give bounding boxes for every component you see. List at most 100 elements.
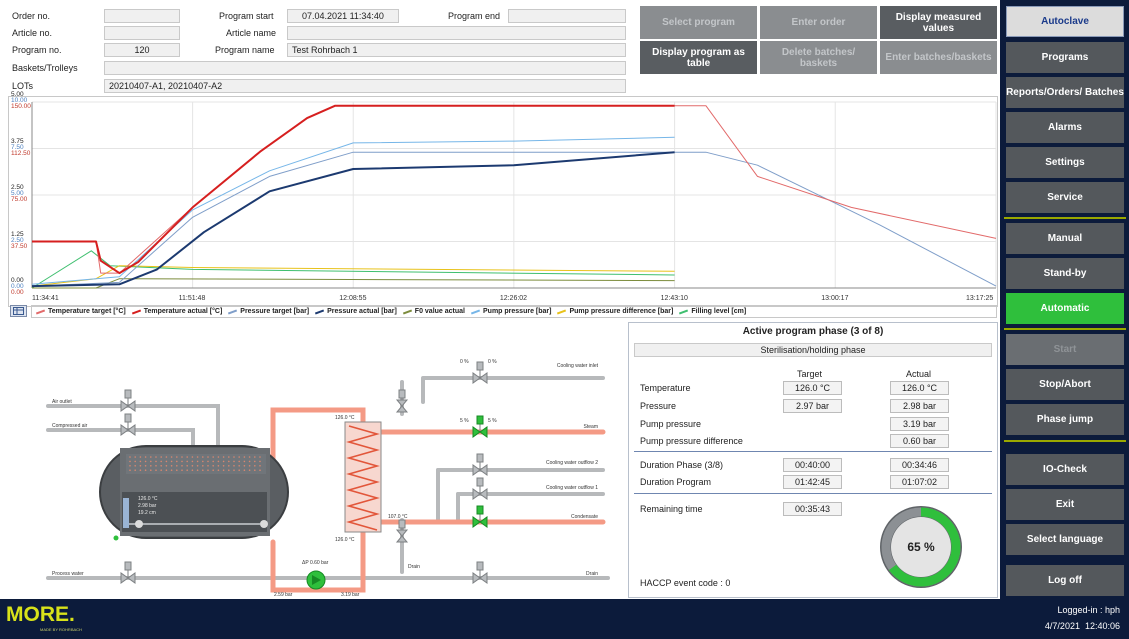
y-tick-label: 75.00 — [11, 196, 28, 203]
more-logo: MORE. — [6, 603, 75, 626]
divider — [634, 451, 992, 452]
hx-bottom-temp: 126.0 °C — [335, 537, 355, 543]
x-tick-label: 12:08:55 — [339, 295, 367, 302]
sidebar-item-autoclave[interactable]: Autoclave — [1006, 6, 1124, 37]
phase-jump-button[interactable]: Phase jump — [1006, 404, 1124, 435]
hx-top-temp: 126.0 °C — [335, 415, 355, 421]
legend-label: Filling level [cm] — [691, 308, 747, 315]
divider — [634, 493, 992, 494]
steam-valve-right-percent: 5 % — [488, 418, 497, 424]
legend-swatch — [557, 309, 567, 314]
legend-item: Pump pressure [bar] — [470, 308, 552, 315]
steam-valve-left-percent: 5 % — [460, 418, 469, 424]
x-tick-label: 13:17:25 — [966, 295, 994, 302]
target-header: Target — [797, 369, 823, 379]
phase-name: Sterilisation/holding phase — [634, 343, 992, 357]
steam-label: Steam — [584, 424, 598, 430]
pressure-label: Pressure — [640, 401, 677, 411]
sidebar-divider — [1004, 328, 1126, 330]
select-language-button[interactable]: Select language — [1006, 524, 1124, 555]
valve-icon — [395, 519, 409, 543]
duration-program-label: Duration Program — [640, 477, 712, 487]
x-tick-label: 12:43:10 — [660, 295, 688, 302]
logo-subtitle: MADE BY ROHRBACH — [40, 627, 82, 632]
legend-label: Pump pressure [bar] — [483, 308, 552, 315]
pump-pressure-difference-actual: 0.60 bar — [890, 434, 949, 448]
sidebar-divider — [1004, 217, 1126, 219]
legend-label: Pressure target [bar] — [240, 308, 310, 315]
pump-outlet-pressure: 3.19 bar — [341, 592, 360, 598]
y-tick-label: 0.00 — [11, 289, 24, 296]
sidebar-item-settings[interactable]: Settings — [1006, 147, 1124, 178]
duration-phase-target: 00:40:00 — [783, 458, 842, 472]
standby-mode-button[interactable]: Stand-by — [1006, 258, 1124, 289]
autoclave-vessel — [99, 445, 289, 541]
hx-outlet-temp: 107.0 °C — [388, 514, 408, 520]
legend-item: Filling level [cm] — [679, 308, 746, 315]
legend-label: Temperature actual [°C] — [143, 308, 223, 315]
automatic-mode-button[interactable]: Automatic — [1006, 293, 1124, 324]
legend-label: Temperature target [°C] — [48, 308, 126, 315]
logged-in-user: Logged-in : hph — [1057, 605, 1120, 615]
legend-swatch — [131, 309, 141, 314]
manual-mode-button[interactable]: Manual — [1006, 223, 1124, 254]
progress-gauge: 65 % — [880, 506, 962, 588]
duration-program-target: 01:42:45 — [783, 475, 842, 489]
remaining-time-value: 00:35:43 — [783, 502, 842, 516]
legend-swatch — [228, 309, 238, 314]
sidebar-item-programs[interactable]: Programs — [1006, 42, 1124, 73]
chart-legend: Temperature target [°C] Temperature actua… — [31, 305, 997, 318]
temperature-label: Temperature — [640, 383, 691, 393]
heat-exchanger — [344, 421, 382, 533]
y-tick-label: 150.00 — [11, 103, 31, 110]
legend-swatch — [679, 309, 689, 314]
cooling-water-inlet-label: Cooling water inlet — [557, 363, 599, 369]
vessel-temperature: 126.0 °C — [138, 496, 158, 502]
current-datetime: 4/7/2021 12:40:06 — [1044, 621, 1120, 631]
temperature-target: 126.0 °C — [783, 381, 842, 395]
sidebar-item-alarms[interactable]: Alarms — [1006, 112, 1124, 143]
process-chart — [31, 101, 997, 289]
pump-pressure-difference-label: Pump pressure difference — [640, 436, 743, 446]
stop-abort-button[interactable]: Stop/Abort — [1006, 369, 1124, 400]
y-tick-label: 37.50 — [11, 242, 28, 250]
footer-bar: MORE. MADE BY ROHRBACH Logged-in : hph 4… — [0, 599, 1129, 639]
legend-label: F0 value actual — [414, 308, 465, 315]
drain-outlet-label: Drain — [586, 571, 598, 577]
x-tick-label: 13:00:17 — [821, 295, 849, 302]
x-tick-label: 11:34:41 — [32, 295, 59, 302]
pump-pressure-actual: 3.19 bar — [890, 417, 949, 431]
start-button[interactable]: Start — [1006, 334, 1124, 365]
haccp-event-code: HACCP event code : 0 — [640, 578, 731, 588]
duration-phase-actual: 00:34:46 — [890, 458, 949, 472]
cooling-valve-right-percent: 0 % — [488, 359, 497, 365]
pressure-actual: 2.98 bar — [890, 399, 949, 413]
vessel-pressure: 2.98 bar — [138, 503, 157, 509]
cooling-water-outflow-1-label: Cooling water outflow 1 — [546, 485, 598, 491]
sidebar-item-reports[interactable]: Reports/Orders/ Batches — [1006, 77, 1124, 108]
valve-icon — [395, 389, 409, 413]
process-water-label: Process water — [52, 571, 84, 577]
legend-toggle-button[interactable] — [10, 305, 27, 317]
drain-label: Drain — [408, 564, 420, 570]
pump-pressure-label: Pump pressure — [640, 419, 702, 429]
legend-swatch — [402, 309, 412, 314]
y-tick-label: 112.50 — [11, 149, 31, 157]
legend-label: Pump pressure difference [bar] — [569, 308, 674, 315]
sidebar-item-service[interactable]: Service — [1006, 182, 1124, 213]
pump-pressure-difference: ΔP 0.60 bar — [302, 560, 329, 566]
cooling-valve-left-percent: 0 % — [460, 359, 469, 365]
exit-button[interactable]: Exit — [1006, 489, 1124, 520]
io-check-button[interactable]: IO-Check — [1006, 454, 1124, 485]
phase-title: Active program phase (3 of 8) — [742, 326, 884, 337]
duration-program-actual: 01:07:02 — [890, 475, 949, 489]
legend-swatch — [315, 309, 325, 314]
sidebar: Autoclave Programs Reports/Orders/ Batch… — [1000, 0, 1129, 599]
actual-header: Actual — [906, 369, 932, 379]
air-outlet-label: Air outlet — [52, 399, 72, 405]
log-off-button[interactable]: Log off — [1006, 565, 1124, 596]
legend-item: Pump pressure difference [bar] — [557, 308, 673, 315]
legend-swatch — [35, 309, 46, 314]
condensate-label: Condensate — [571, 514, 598, 520]
pressure-target: 2.97 bar — [783, 399, 842, 413]
